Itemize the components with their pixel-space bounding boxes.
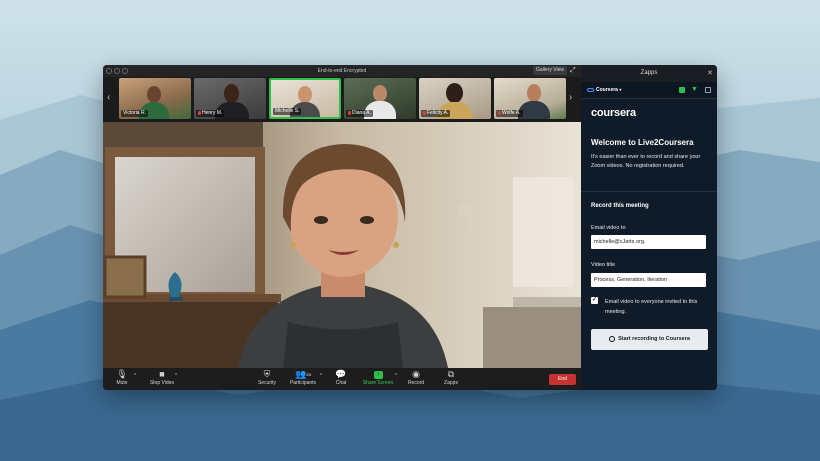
security-button[interactable]: ⛨ Security [255,369,279,386]
email-everyone-checkbox[interactable]: ✓ [591,297,598,304]
share-screen-icon: ↑ [361,369,395,380]
chat-button[interactable]: 💬 Chat [333,369,349,386]
popout-icon[interactable] [705,87,711,93]
participants-button[interactable]: 👥23 Participants [287,369,319,386]
gallery-view-button[interactable]: Gallery View [533,66,567,75]
chevron-right-icon[interactable]: › [569,91,572,105]
zapps-label: Zapps [444,380,458,386]
video-title-label: Video title [591,262,616,268]
chevron-up-icon[interactable]: ^ [395,373,397,379]
email-everyone-label: Email video to everyone invited to this … [605,299,698,315]
participant-name: Michelle S. [273,108,302,115]
chevron-up-icon[interactable]: ^ [134,373,136,379]
window-title: End-to-end Encrypted [317,68,367,74]
muted-mic-icon [198,110,201,115]
zapps-app-bar: Coursera ▾ ▼ [581,82,717,99]
filter-icon[interactable]: ▼ [691,86,698,93]
participant-tile[interactable]: Henry M. [194,78,266,119]
participant-video-body [518,101,550,119]
participant-tile[interactable]: Victoria R. [119,78,191,119]
close-icon[interactable]: ✕ [707,65,713,82]
stop-video-button[interactable]: ■ Stop Video [146,369,178,386]
muted-mic-icon [348,110,351,115]
participant-video [527,84,541,102]
participant-tile[interactable]: Diana A. [344,78,416,119]
record-icon: ◉ [412,369,420,379]
email-label: Email video to [591,225,626,231]
chat-label: Chat [335,380,347,386]
microphone-icon: 🎙 [116,369,128,379]
participant-tile-active[interactable]: Michelle S. [269,78,341,119]
start-recording-label: Start recording to Coursera [618,336,690,342]
title-bar: End-to-end Encrypted Gallery View ⤢ [103,65,581,77]
participant-name: Felicity A. [421,110,451,117]
participant-video [373,85,387,102]
participant-video [446,83,463,103]
zapps-panel-header: Zapps ✕ [581,65,717,82]
participants-label: Participants [289,380,317,386]
divider [581,191,717,192]
zapps-icon: ⧉ [447,369,455,379]
coursera-logo: coursera [591,107,636,119]
record-section-title: Record this meeting [591,203,649,209]
participant-tile[interactable]: Felicity A. [419,78,491,119]
record-icon [609,335,616,342]
end-meeting-button[interactable]: End [549,374,576,385]
participant-video [147,86,161,103]
zapps-panel-title: Zapps [640,70,658,76]
participant-video [224,84,239,103]
video-icon[interactable] [679,87,685,93]
shield-icon: ⛨ [263,369,271,379]
mute-button[interactable]: 🎙 Mute [113,369,131,386]
chevron-up-icon[interactable]: ^ [320,373,322,379]
participant-name: Diana A. [346,110,373,117]
email-field[interactable]: michelle@cJarts.org. [591,235,706,249]
video-camera-icon: ■ [159,369,165,379]
welcome-description: It's easier than ever to record and shar… [591,154,701,169]
muted-mic-icon [498,110,501,115]
participants-count: 23 [306,372,311,377]
participant-name: Wolfe A. [496,110,523,117]
share-screen-button[interactable]: ↑ Share Screen [361,369,395,386]
participant-tile[interactable]: Wolfe A. [494,78,566,119]
participant-name: Henry M. [196,110,225,117]
record-label: Record [407,380,425,386]
welcome-heading: Welcome to Live2Coursera [591,138,694,147]
muted-mic-icon [423,110,426,115]
fullscreen-icon[interactable]: ⤢ [570,67,578,75]
security-label: Security [257,380,277,386]
zapps-button[interactable]: ⧉ Zapps [441,369,461,386]
video-title-field[interactable]: Process, Generation, Iteration [591,273,706,287]
zapps-panel: Zapps ✕ Coursera ▾ ▼ coursera Welcome to… [581,65,717,390]
participant-video [298,86,312,103]
participants-icon: 👥23 [295,369,311,379]
chevron-up-icon[interactable]: ^ [175,373,177,379]
start-recording-button[interactable]: Start recording to Coursera [591,329,708,350]
chevron-left-icon[interactable]: ‹ [107,91,110,105]
zoom-meeting-window: End-to-end Encrypted Gallery View ⤢ ‹ › … [103,65,717,390]
mute-label: Mute [116,380,128,386]
share-screen-label: Share Screen [362,380,394,386]
app-selector-label: Coursera [596,87,618,93]
active-speaker-video [103,122,581,368]
stop-video-label: Stop Video [149,380,175,386]
app-selector-dropdown[interactable]: Coursera ▾ [587,82,621,98]
chat-bubble-icon: 💬 [335,369,347,379]
participant-strip: ‹ › Victoria R. Henry M. Michelle S. Dia… [103,77,581,122]
record-button[interactable]: ◉ Record [406,369,426,386]
coursera-logo-icon [587,87,594,92]
meeting-toolbar: 🎙 Mute ^ ■ Stop Video ^ ⛨ Security 👥23 P… [103,368,581,390]
chevron-down-icon: ▾ [619,87,622,92]
speaker-scene [103,122,581,368]
participant-name: Victoria R. [121,110,148,117]
